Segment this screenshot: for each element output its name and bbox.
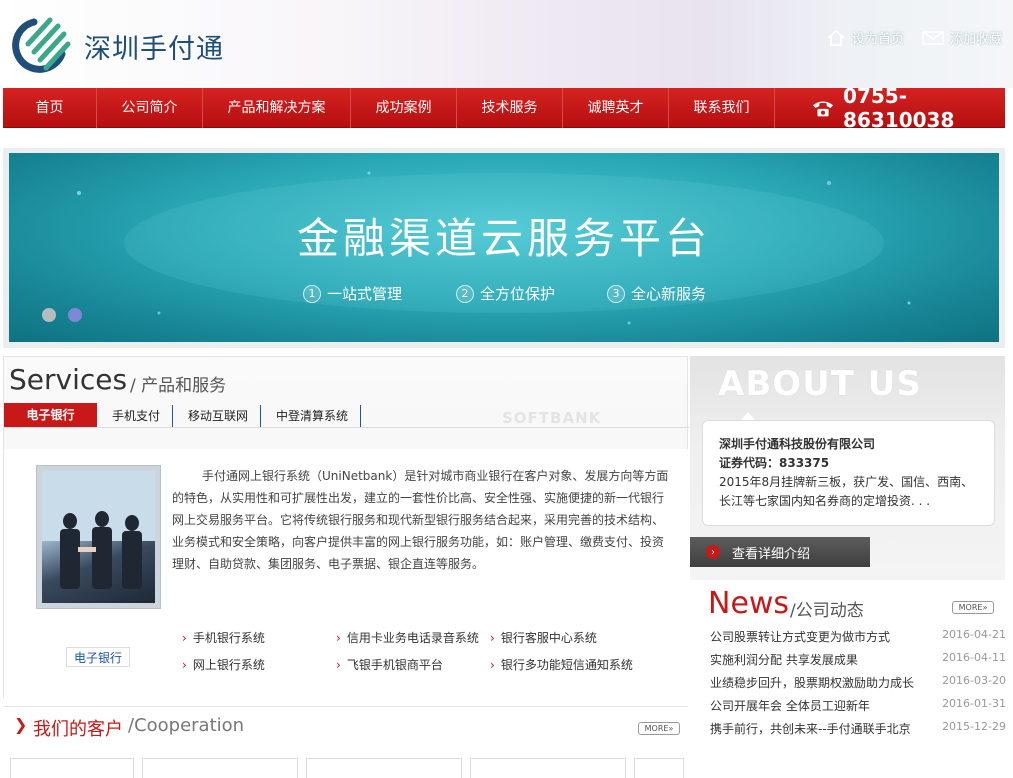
feature-label: 全心新服务 xyxy=(631,285,707,303)
nav-item-careers[interactable]: 诚聘英才 xyxy=(563,88,669,128)
slide-dot-2[interactable] xyxy=(68,308,82,322)
service-description: 手付通网上银行系统（UniNetbank）是针对城市商业银行在客户对象、发展方向… xyxy=(172,469,669,571)
feature-number: 1 xyxy=(303,284,321,303)
news-more-button[interactable]: MORE» xyxy=(952,601,994,614)
news-item-date: 2016-04-21 xyxy=(942,628,1006,641)
feature-number: 2 xyxy=(456,284,474,303)
phone-number: 0755-86310038 xyxy=(811,84,1005,132)
news-item-title: 公司股票转让方式变更为做市方式 xyxy=(710,630,891,644)
client-logo[interactable] xyxy=(142,758,298,778)
client-logo[interactable] xyxy=(10,758,134,778)
tab-clearing-system[interactable]: 中登清算系统 xyxy=(276,405,362,427)
hero-banner[interactable]: 金融渠道云服务平台 1 一站式管理 2 全方位保护 3 全心新服务 xyxy=(3,148,1005,348)
news-item[interactable]: 实施利润分配 共享发展成果 2016-04-11 xyxy=(710,651,1006,674)
main-nav: 首页 公司简介 产品和解决方案 成功案例 技术服务 诚聘英才 联系我们 0755… xyxy=(3,84,1005,132)
about-detail-button[interactable]: › 查看详细介绍 xyxy=(690,537,870,567)
about-title: ABOUT US xyxy=(718,364,922,404)
softbank-watermark: SOFTBANK xyxy=(502,409,602,427)
banner-feature-2: 2 全方位保护 xyxy=(456,283,555,304)
clients-subtitle: /Cooperation xyxy=(128,715,245,736)
news-subtitle: /公司动态 xyxy=(790,601,864,621)
mail-icon xyxy=(922,30,944,45)
news-item[interactable]: 公司股票转让方式变更为做市方式 2016-04-21 xyxy=(710,628,1006,651)
news-item[interactable]: 公司开展年会 全体员工迎新年 2016-01-31 xyxy=(710,697,1006,720)
tab-divider xyxy=(4,427,689,428)
system-link-feiyin[interactable]: 飞银手机银商平台 xyxy=(336,656,443,673)
news-item-date: 2016-01-31 xyxy=(942,697,1006,710)
feature-label: 全方位保护 xyxy=(480,285,556,303)
set-home-link[interactable]: 设为首页 xyxy=(826,28,904,47)
logo-text[interactable]: 深圳手付通 xyxy=(84,27,224,66)
logo-icon[interactable] xyxy=(4,14,74,76)
about-detail-label: 查看详细介绍 xyxy=(732,546,811,562)
news-item-title: 携手前行，共创未来--手付通联手北京 xyxy=(710,722,911,736)
news-item-date: 2016-04-11 xyxy=(942,651,1006,664)
set-home-label: 设为首页 xyxy=(852,32,905,47)
services-section: Services / 产品和服务 SOFTBANK 电子银行 手机支付 移动互联… xyxy=(3,356,689,699)
news-item-title: 实施利润分配 共享发展成果 xyxy=(710,653,858,667)
banner-slide: 金融渠道云服务平台 1 一站式管理 2 全方位保护 3 全心新服务 xyxy=(9,153,999,342)
telephone-icon xyxy=(812,101,834,117)
clients-more-button[interactable]: MORE» xyxy=(638,722,680,735)
system-link-online-bank[interactable]: 网上银行系统 xyxy=(182,656,265,673)
nav-item-products[interactable]: 产品和解决方案 xyxy=(203,88,351,128)
news-item-date: 2015-12-29 xyxy=(942,720,1006,733)
banner-feature-1: 1 一站式管理 xyxy=(303,283,402,304)
chevron-right-icon: ❯ xyxy=(14,715,28,734)
tab-mobile-pay[interactable]: 手机支付 xyxy=(112,405,174,427)
home-icon xyxy=(827,29,845,46)
banner-feature-3: 3 全心新服务 xyxy=(607,283,706,304)
handshake-photo xyxy=(42,471,155,589)
tab-mobile-internet[interactable]: 移动互联网 xyxy=(188,405,262,427)
services-title: Services xyxy=(9,363,128,396)
phone-text: 0755-86310038 xyxy=(843,84,955,132)
nav-item-contact[interactable]: 联系我们 xyxy=(669,88,775,128)
nav-item-about[interactable]: 公司简介 xyxy=(97,88,203,128)
news-item[interactable]: 业绩稳步回升，股票期权激励助力成长 2016-03-20 xyxy=(710,674,1006,697)
company-name: 深圳手付通科技股份有限公司 xyxy=(719,437,876,451)
news-item[interactable]: 携手前行，共创未来--手付通联手北京 2015-12-29 xyxy=(710,720,1006,743)
tab-ebank[interactable]: 电子银行 xyxy=(4,403,97,427)
system-link-sms[interactable]: 银行多功能短信通知系统 xyxy=(490,656,633,673)
add-favorite-label: 添加收藏 xyxy=(950,32,1003,47)
business-photo xyxy=(36,465,161,609)
nav-item-home[interactable]: 首页 xyxy=(3,88,97,128)
feature-number: 3 xyxy=(607,284,625,303)
client-logo[interactable] xyxy=(634,758,684,778)
news-title: News xyxy=(708,586,790,621)
news-item-title: 公司开展年会 全体员工迎新年 xyxy=(710,699,870,713)
slide-dot-1[interactable] xyxy=(42,308,56,322)
about-card: 深圳手付通科技股份有限公司 证券代码：833375 2015年8月挂牌新三板，获… xyxy=(702,420,995,526)
arrow-right-icon: › xyxy=(706,545,720,559)
client-logo[interactable] xyxy=(306,758,462,778)
system-link-call-center[interactable]: 银行客服中心系统 xyxy=(490,629,597,646)
company-summary: 2015年8月挂牌新三板，获广发、国信、西南、长江等七家国内知名券商的定增投资.… xyxy=(719,475,974,508)
banner-title: 金融渠道云服务平台 xyxy=(296,214,711,263)
photo-caption[interactable]: 电子银行 xyxy=(66,647,130,667)
news-item-date: 2016-03-20 xyxy=(942,674,1006,687)
news-item-title: 业绩稳步回升，股票期权激励助力成长 xyxy=(710,676,915,690)
services-panel: 电子银行 手付通网上银行系统（UniNetbank）是针对城市商业银行在客户对象… xyxy=(4,449,689,699)
stock-code: 证券代码：833375 xyxy=(719,456,830,470)
feature-label: 一站式管理 xyxy=(327,285,403,303)
services-subtitle: / 产品和服务 xyxy=(130,376,227,396)
system-link-mobile-bank[interactable]: 手机银行系统 xyxy=(182,629,265,646)
client-logo[interactable] xyxy=(470,758,626,778)
clients-title: 我们的客户 xyxy=(33,719,123,740)
system-link-call-recording[interactable]: 信用卡业务电话录音系统 xyxy=(336,629,479,646)
nav-item-cases[interactable]: 成功案例 xyxy=(351,88,457,128)
about-section: ABOUT US 深圳手付通科技股份有限公司 证券代码：833375 2015年… xyxy=(690,356,1005,580)
nav-item-tech-service[interactable]: 技术服务 xyxy=(457,88,563,128)
add-favorite-link[interactable]: 添加收藏 xyxy=(922,28,1002,47)
